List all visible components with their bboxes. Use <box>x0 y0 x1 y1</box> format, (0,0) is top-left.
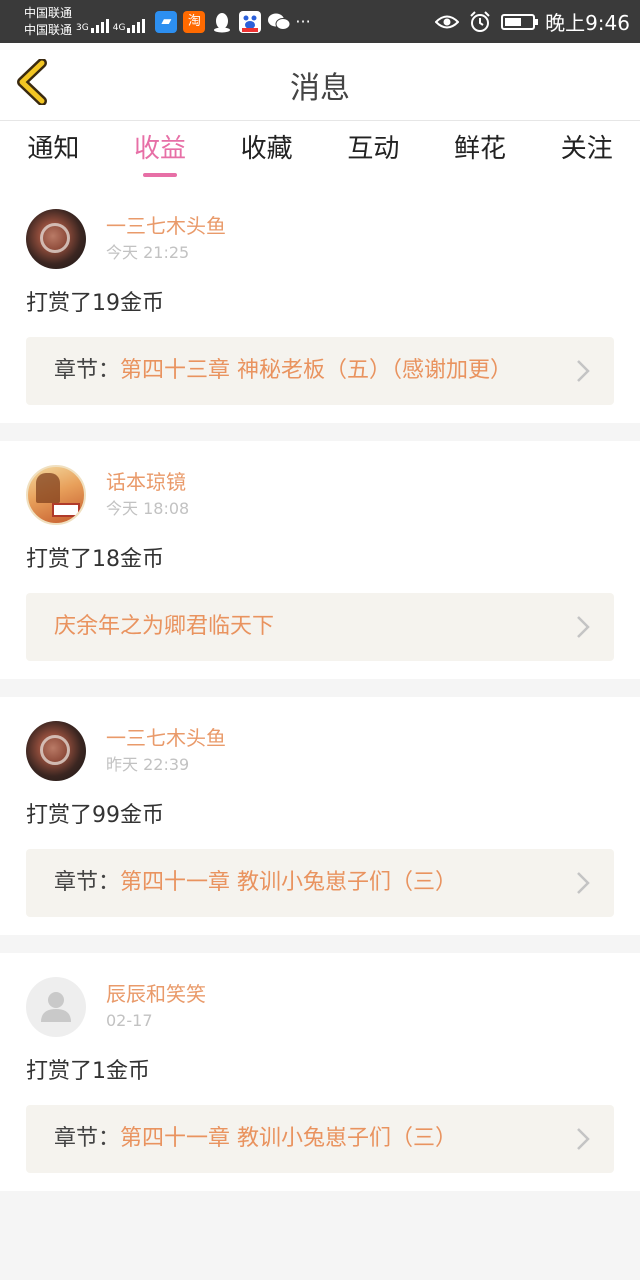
chapter-link[interactable]: 章节：第四十一章 教训小兔崽子们（三） <box>26 1105 614 1173</box>
username[interactable]: 一三七木头鱼 <box>106 725 226 751</box>
chapter-label: 章节： <box>54 1126 121 1151</box>
battery-icon <box>501 13 539 30</box>
baidu-icon <box>239 10 262 33</box>
user-info: 一三七木头鱼 今天 21:25 <box>106 213 226 265</box>
book-link[interactable]: 庆余年之为卿君临天下 <box>26 593 614 661</box>
timestamp: 02-17 <box>106 1011 153 1030</box>
reward-item: 一三七木头鱼 昨天 22:39 打赏了99金币 章节：第四十一章 教训小兔崽子们… <box>0 697 640 935</box>
default-user-icon <box>41 992 71 1022</box>
app-header: 消息 <box>0 43 640 121</box>
tab-flowers[interactable]: 鲜花 <box>427 121 534 185</box>
signal-bars-icon <box>127 18 146 33</box>
chapter-title: 第四十一章 教训小兔崽子们（三） <box>120 870 458 895</box>
status-right: 晚上9:46 <box>435 7 630 36</box>
user-info: 一三七木头鱼 昨天 22:39 <box>106 725 226 777</box>
avatar[interactable] <box>26 977 86 1037</box>
more-notifications-icon: ··· <box>295 12 311 31</box>
net-type-2: 4G <box>112 22 126 33</box>
chevron-right-icon <box>577 360 590 382</box>
user-row: 话本琼镜 今天 18:08 <box>26 465 614 525</box>
carrier-labels: 中国联通 中国联通 <box>24 5 72 39</box>
net-type-1: 3G <box>76 22 89 33</box>
qq-icon <box>211 11 233 33</box>
chapter-label: 章节： <box>54 870 121 895</box>
chapter-link[interactable]: 章节：第四十三章 神秘老板（五）（感谢加更） <box>26 337 614 405</box>
reward-item: 辰辰和笑笑 02-17 打赏了1金币 章节：第四十一章 教训小兔崽子们（三） <box>0 953 640 1191</box>
reward-item: 一三七木头鱼 今天 21:25 打赏了19金币 章节：第四十三章 神秘老板（五）… <box>0 185 640 423</box>
chapter-link[interactable]: 章节：第四十一章 教训小兔崽子们（三） <box>26 849 614 917</box>
tab-notifications[interactable]: 通知 <box>0 121 107 185</box>
chapter-title: 第四十一章 教训小兔崽子们（三） <box>120 1126 458 1151</box>
reward-item: 话本琼镜 今天 18:08 打赏了18金币 庆余年之为卿君临天下 <box>0 441 640 679</box>
reward-text: 打赏了18金币 <box>26 547 164 572</box>
tab-favorites[interactable]: 收藏 <box>213 121 320 185</box>
reward-text: 打赏了99金币 <box>26 803 164 828</box>
timestamp: 今天 21:25 <box>106 243 190 262</box>
chapter-label: 章节： <box>54 358 121 383</box>
clock: 晚上9:46 <box>545 11 630 35</box>
tab-earnings[interactable]: 收益 <box>107 121 214 185</box>
tab-following[interactable]: 关注 <box>533 121 640 185</box>
alarm-icon <box>470 10 490 32</box>
reward-text: 打赏了19金币 <box>26 291 164 316</box>
user-row: 一三七木头鱼 昨天 22:39 <box>26 721 614 781</box>
chapter-title: 第四十三章 神秘老板（五）（感谢加更） <box>120 358 513 383</box>
user-row: 辰辰和笑笑 02-17 <box>26 977 614 1037</box>
carrier-1: 中国联通 <box>24 5 73 20</box>
timestamp: 昨天 22:39 <box>106 755 190 774</box>
avatar[interactable] <box>26 721 86 781</box>
chevron-right-icon <box>577 1128 590 1150</box>
eye-icon <box>435 15 460 28</box>
taobao-icon: 淘 <box>183 10 206 33</box>
timestamp: 今天 18:08 <box>106 499 190 518</box>
status-bar: 中国联通 中国联通 3G 4G ▰ 淘 ··· 晚上9:46 <box>0 0 640 43</box>
user-info: 辰辰和笑笑 02-17 <box>106 981 206 1033</box>
wechat-icon <box>267 11 291 33</box>
page-title: 消息 <box>290 71 350 106</box>
chevron-right-icon <box>577 872 590 894</box>
signal-bars-icon <box>90 18 109 33</box>
book-title: 庆余年之为卿君临天下 <box>54 614 275 639</box>
signal-4g: 4G <box>113 11 146 33</box>
reward-feed: 一三七木头鱼 今天 21:25 打赏了19金币 章节：第四十三章 神秘老板（五）… <box>0 185 640 1209</box>
tab-bar: 通知 收益 收藏 互动 鲜花 关注 <box>0 121 640 185</box>
avatar[interactable] <box>26 209 86 269</box>
signal-3g: 3G <box>76 11 109 33</box>
reward-text: 打赏了1金币 <box>26 1059 150 1084</box>
notification-icons: ▰ 淘 ··· <box>155 10 311 33</box>
user-info: 话本琼镜 今天 18:08 <box>106 469 189 521</box>
user-row: 一三七木头鱼 今天 21:25 <box>26 209 614 269</box>
carrier-2: 中国联通 <box>24 22 73 37</box>
username[interactable]: 辰辰和笑笑 <box>106 981 206 1007</box>
avatar[interactable] <box>26 465 86 525</box>
username[interactable]: 一三七木头鱼 <box>106 213 226 239</box>
username[interactable]: 话本琼镜 <box>106 469 189 495</box>
tab-interactions[interactable]: 互动 <box>320 121 427 185</box>
wifi-hotspot-icon: ▰ <box>155 10 178 33</box>
chevron-right-icon <box>577 616 590 638</box>
